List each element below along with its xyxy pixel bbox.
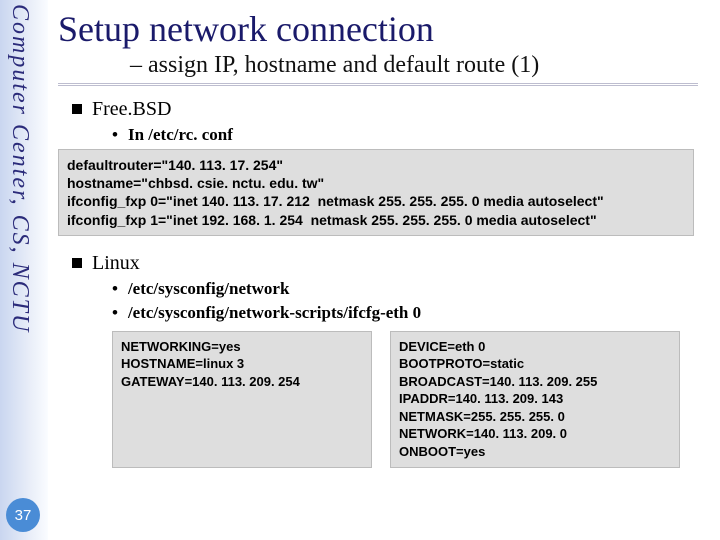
freebsd-code: defaultrouter="140. 113. 17. 254" hostna… bbox=[58, 149, 694, 236]
linux-network-code: NETWORKING=yes HOSTNAME=linux 3 GATEWAY=… bbox=[112, 331, 372, 468]
linux-ifcfg-code: DEVICE=eth 0 BOOTPROTO=static BROADCAST=… bbox=[390, 331, 680, 468]
section-linux-label: Linux bbox=[92, 252, 140, 274]
slide-title: Setup network connection bbox=[58, 8, 716, 50]
title-rule bbox=[58, 83, 698, 86]
section-freebsd: Free.BSD bbox=[72, 98, 716, 121]
square-bullet-icon bbox=[72, 104, 82, 114]
slide-subtitle: – assign IP, hostname and default route … bbox=[130, 52, 716, 79]
linux-sub1: /etc/sysconfig/network bbox=[112, 279, 716, 299]
linux-code-columns: NETWORKING=yes HOSTNAME=linux 3 GATEWAY=… bbox=[112, 331, 716, 468]
sidebar: Computer Center, CS, NCTU 37 bbox=[0, 0, 48, 540]
square-bullet-icon bbox=[72, 258, 82, 268]
page-number: 37 bbox=[6, 498, 40, 532]
linux-sub2: /etc/sysconfig/network-scripts/ifcfg-eth… bbox=[112, 303, 716, 323]
freebsd-sub: In /etc/rc. conf bbox=[112, 125, 716, 145]
section-linux: Linux bbox=[72, 252, 716, 275]
section-freebsd-label: Free.BSD bbox=[92, 98, 171, 120]
sidebar-label: Computer Center, CS, NCTU bbox=[6, 4, 33, 333]
slide-content: Setup network connection – assign IP, ho… bbox=[58, 0, 716, 540]
